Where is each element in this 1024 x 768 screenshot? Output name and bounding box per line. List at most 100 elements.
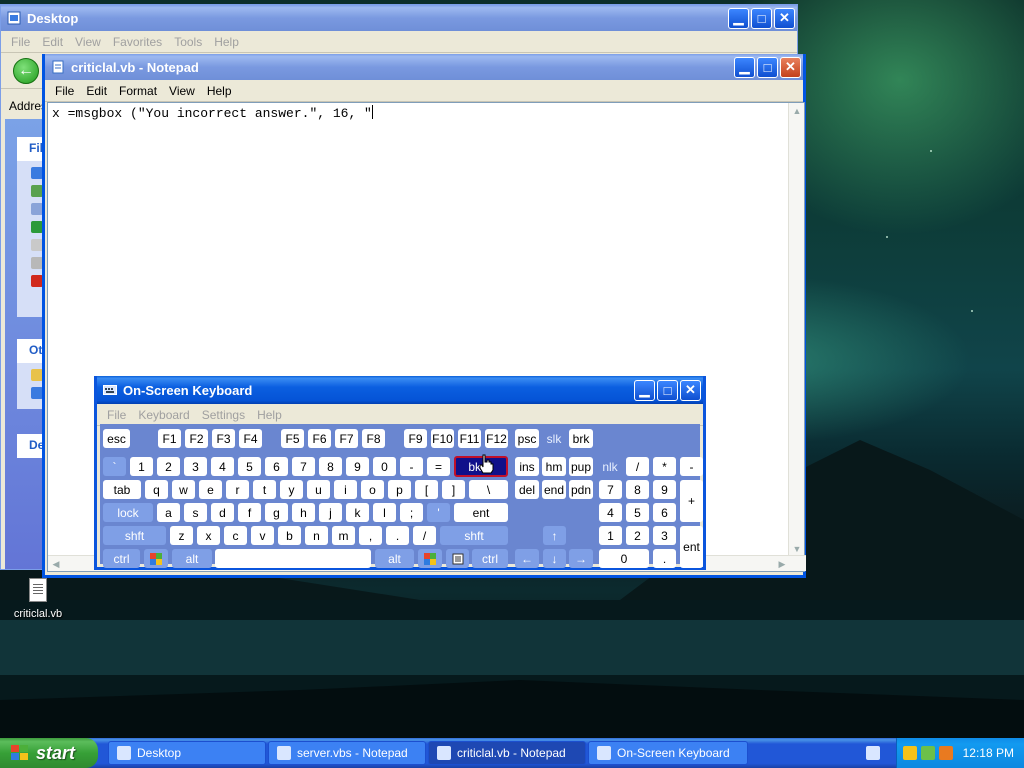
key-n[interactable]: n [305,526,328,545]
key-f10[interactable]: F10 [431,429,454,448]
key-f5[interactable]: F5 [281,429,304,448]
key-ctrl-left[interactable]: ctrl [103,549,140,568]
key-f2[interactable]: F2 [185,429,208,448]
key-8[interactable]: 8 [319,457,342,476]
maximize-button[interactable]: □ [657,379,678,401]
scroll-right-icon[interactable]: ▶ [774,556,790,572]
key-minus[interactable]: - [400,457,423,476]
minimize-button[interactable]: ▁ [634,379,655,401]
key-space[interactable] [215,549,371,568]
key-1[interactable]: 1 [130,457,153,476]
key-o[interactable]: o [361,480,384,499]
menu-favorites[interactable]: Favorites [107,35,168,49]
key-hm[interactable]: hm [542,457,566,476]
key-numpad-7[interactable]: 7 [599,480,622,499]
key-s[interactable]: s [184,503,207,522]
key-pup[interactable]: pup [569,457,593,476]
key-p[interactable]: p [388,480,411,499]
osk-title-bar[interactable]: On-Screen Keyboard ▁ □ ✕ [97,376,703,404]
menu-file[interactable]: File [101,408,132,422]
key-m[interactable]: m [332,526,355,545]
close-button[interactable]: ✕ [780,56,801,78]
key-esc[interactable]: esc [103,429,130,448]
key-enter[interactable]: ent [454,503,508,522]
key-slash[interactable]: / [413,526,436,545]
key-shift-right[interactable]: shft [440,526,508,545]
key-left-bracket[interactable]: [ [415,480,438,499]
key-period[interactable]: . [386,526,409,545]
key-5[interactable]: 5 [238,457,261,476]
menu-settings[interactable]: Settings [196,408,251,422]
menu-keyboard[interactable]: Keyboard [132,408,195,422]
key-numpad-5[interactable]: 5 [626,503,649,522]
key-ctrl-right[interactable]: ctrl [472,549,508,568]
menu-view[interactable]: View [69,35,107,49]
taskbar-item-criticlal-vb[interactable]: criticlal.vb - Notepad [428,741,586,765]
menu-edit[interactable]: Edit [36,35,69,49]
network-icon[interactable] [920,746,935,760]
key-comma[interactable]: , [359,526,382,545]
key-f3[interactable]: F3 [212,429,235,448]
key-pdn[interactable]: pdn [569,480,593,499]
key-caps-lock[interactable]: lock [103,503,153,522]
key-j[interactable]: j [319,503,342,522]
key-w[interactable]: w [172,480,195,499]
key-arrow-right[interactable]: → [569,549,593,568]
minimize-button[interactable]: ▁ [734,56,755,78]
key-t[interactable]: t [253,480,276,499]
key-del[interactable]: del [515,480,539,499]
key-d[interactable]: d [211,503,234,522]
menu-help[interactable]: Help [208,35,245,49]
key-q[interactable]: q [145,480,168,499]
key-k[interactable]: k [346,503,369,522]
key-c[interactable]: c [224,526,247,545]
start-button[interactable]: start [0,738,98,768]
key-numpad-star[interactable]: * [653,457,676,476]
key-y[interactable]: y [280,480,303,499]
search-icon[interactable] [938,746,953,760]
key-3[interactable]: 3 [184,457,207,476]
key-7[interactable]: 7 [292,457,315,476]
key-4[interactable]: 4 [211,457,234,476]
key-9[interactable]: 9 [346,457,369,476]
close-button[interactable]: ✕ [680,379,701,401]
menu-tools[interactable]: Tools [168,35,208,49]
clock[interactable]: 12:18 PM [963,746,1014,760]
key-ins[interactable]: ins [515,457,539,476]
key-end[interactable]: end [542,480,566,499]
back-arrow-icon[interactable]: ← [13,58,39,84]
key-2[interactable]: 2 [157,457,180,476]
key-numpad-minus[interactable]: - [680,457,703,476]
key-numpad-1[interactable]: 1 [599,526,622,545]
taskbar-item-server-vbs[interactable]: server.vbs - Notepad [268,741,426,765]
key-l[interactable]: l [373,503,396,522]
key-slk[interactable]: slk [542,429,566,448]
key-arrow-left[interactable]: ← [515,549,539,568]
key-numpad-dot[interactable]: . [653,549,676,568]
key-arrow-up[interactable]: ↑ [543,526,566,545]
key-g[interactable]: g [265,503,288,522]
maximize-button[interactable]: □ [751,7,772,29]
key-tab[interactable]: tab [103,480,141,499]
key-b[interactable]: b [278,526,301,545]
menu-file[interactable]: File [5,35,36,49]
key-6[interactable]: 6 [265,457,288,476]
key-numpad-2[interactable]: 2 [626,526,649,545]
key-f4[interactable]: F4 [239,429,262,448]
key-numpad-4[interactable]: 4 [599,503,622,522]
taskbar-item-on-screen-keyboard[interactable]: On-Screen Keyboard [588,741,748,765]
windows-logo-icon[interactable] [418,549,442,568]
key-0[interactable]: 0 [373,457,396,476]
key-r[interactable]: r [226,480,249,499]
explorer-title-bar[interactable]: Desktop ▁ □ ✕ [1,5,797,31]
key-f7[interactable]: F7 [335,429,358,448]
key-f6[interactable]: F6 [308,429,331,448]
key-numpad-3[interactable]: 3 [653,526,676,545]
key-e[interactable]: e [199,480,222,499]
key-u[interactable]: u [307,480,330,499]
menu-format[interactable]: Format [113,84,163,98]
key-numpad-9[interactable]: 9 [653,480,676,499]
scroll-up-icon[interactable]: ▲ [789,103,805,119]
close-button[interactable]: ✕ [774,7,795,29]
key-f8[interactable]: F8 [362,429,385,448]
